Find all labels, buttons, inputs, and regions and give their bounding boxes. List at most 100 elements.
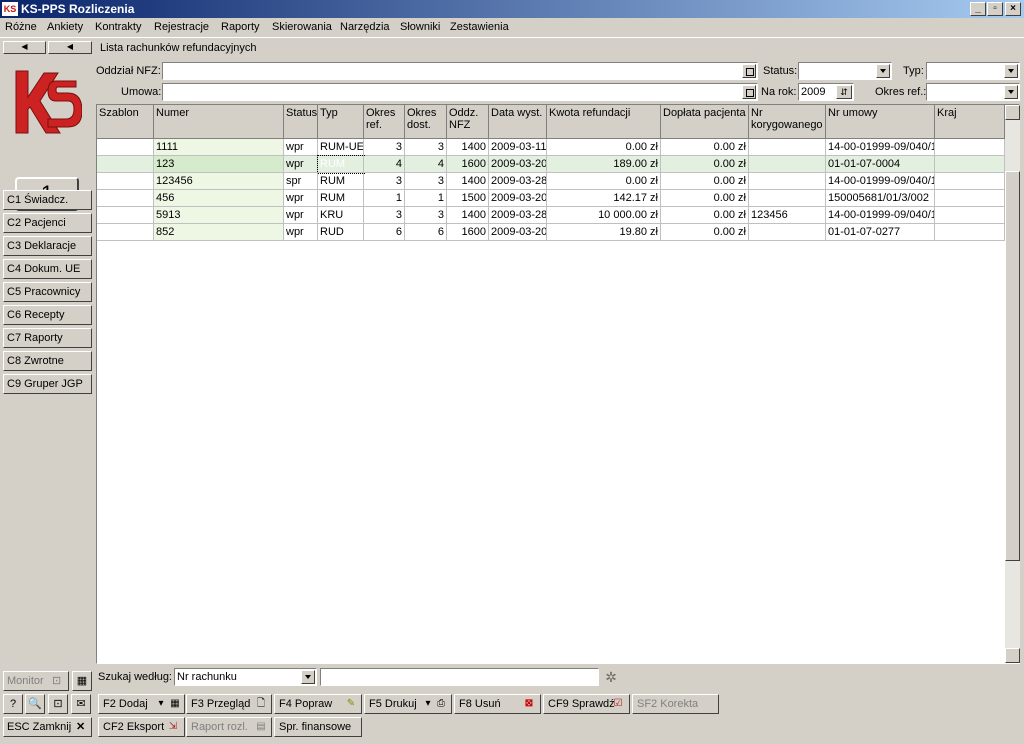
cell-oddz-nfz: 1400 [447, 207, 489, 224]
scroll-up-icon[interactable] [1005, 105, 1020, 120]
col-header-okres-dost[interactable]: Okres dost. [405, 105, 447, 139]
menu-skierowania[interactable]: Skierowania [272, 21, 332, 33]
cell-okres-ref: 3 [364, 173, 405, 190]
search-icon[interactable]: 🔍 [25, 694, 45, 714]
search-input[interactable] [320, 668, 599, 686]
settlement-report-button[interactable]: Raport rozl. ▤ [186, 717, 272, 737]
menu-ankiety[interactable]: Ankiety [47, 21, 83, 33]
check-button[interactable]: CF9 Sprawdź ☑ [543, 694, 630, 714]
col-header-oddz-nfz[interactable]: Oddz. NFZ [447, 105, 489, 139]
sidebar-item-pacjenci[interactable]: C2 Pacjenci [3, 213, 92, 233]
table-row[interactable]: 1111 wpr RUM-UE 3 3 1400 2009-03-11 0.00… [97, 139, 1005, 156]
table-row[interactable]: 5913 wpr KRU 3 3 1400 2009-03-28 10 000.… [97, 207, 1005, 224]
menu-slowniki[interactable]: Słowniki [400, 21, 440, 33]
sidebar-item-dokum-ue[interactable]: C4 Dokum. UE [3, 259, 92, 279]
minimize-button[interactable]: _ [970, 2, 986, 16]
close-window-button[interactable]: × [1005, 2, 1021, 16]
sidebar-item-recepty[interactable]: C6 Recepty [3, 305, 92, 325]
restore-button[interactable]: ▫ [987, 2, 1003, 16]
cell-szablon [97, 139, 154, 156]
scroll-down-icon[interactable] [1005, 648, 1020, 663]
ks-logo-icon [15, 70, 82, 134]
print-button[interactable]: F5 Drukuj ▾ ⎙ [364, 694, 452, 714]
menu-zestawienia[interactable]: Zestawienia [450, 21, 509, 33]
monitor-label: Monitor [7, 675, 44, 687]
help-button[interactable]: ? [3, 694, 23, 714]
gear-icon[interactable]: ✲ [603, 668, 619, 686]
col-header-data-wyst[interactable]: Data wyst. [489, 105, 547, 139]
cell-numer: 123456 [154, 173, 284, 190]
menu-kontrakty[interactable]: Kontrakty [95, 21, 141, 33]
cell-nr-korygowanego [749, 190, 826, 207]
cell-okres-ref: 4 [364, 156, 405, 173]
table-row-selected[interactable]: 123 wpr RUM 4 4 1600 2009-03-20 189.00 z… [97, 155, 1005, 174]
search-field-select[interactable]: Nr rachunku [174, 668, 317, 686]
menu-rozne[interactable]: Różne [5, 21, 37, 33]
menu-rejestracje[interactable]: Rejestracje [154, 21, 209, 33]
menu-narzedzia[interactable]: Narzędzia [340, 21, 390, 33]
edit-button-label: F4 Popraw [279, 698, 333, 710]
oddzial-picker-button[interactable] [742, 64, 756, 78]
sidebar-item-raporty[interactable]: C7 Raporty [3, 328, 92, 348]
col-header-numer[interactable]: Numer [154, 105, 284, 139]
col-header-typ[interactable]: Typ [318, 105, 364, 139]
umowa-picker-button[interactable] [742, 85, 756, 99]
cell-kwota: 19.80 zł [547, 224, 661, 241]
cell-okres-ref: 6 [364, 224, 405, 241]
typ-dropdown-icon[interactable] [1004, 64, 1018, 78]
preview-button[interactable]: F3 Przegląd 🗋 [186, 694, 272, 714]
document-icon: 🗋 [256, 698, 266, 709]
status-dropdown-icon[interactable] [876, 64, 890, 78]
nav-back-alt-button[interactable]: ◀ [48, 41, 92, 54]
table-vertical-scrollbar[interactable] [1005, 105, 1020, 663]
sidebar-item-gruper-jgp[interactable]: C9 Gruper JGP [3, 374, 92, 394]
sidebar-item-deklaracje[interactable]: C3 Deklaracje [3, 236, 92, 256]
monitor-button[interactable]: Monitor ⊡ [3, 671, 69, 691]
edit-button[interactable]: F4 Popraw ✎ [274, 694, 362, 714]
menu-raporty[interactable]: Raporty [221, 21, 260, 33]
correction-button[interactable]: SF2 Korekta [632, 694, 719, 714]
col-header-kraj[interactable]: Kraj [935, 105, 1005, 139]
export-button[interactable]: CF2 Eksport ⇲ [98, 717, 185, 737]
status-select[interactable] [798, 62, 892, 80]
cell-oddz-nfz: 1500 [447, 190, 489, 207]
screen-icon[interactable]: ⊡ [48, 694, 68, 714]
col-header-szablon[interactable]: Szablon [97, 105, 154, 139]
add-button[interactable]: F2 Dodaj ▾ ▦ [98, 694, 185, 714]
cell-numer: 5913 [154, 207, 284, 224]
okres-dropdown-icon[interactable] [1004, 85, 1018, 99]
col-header-kwota[interactable]: Kwota refundacji [547, 105, 661, 139]
mail-icon[interactable]: ✉ [71, 694, 91, 714]
calculator-icon[interactable]: ▦ [72, 671, 92, 691]
col-header-doplata[interactable]: Dopłata pacjenta [661, 105, 749, 139]
delete-button[interactable]: F8 Usuń ⊠ [454, 694, 541, 714]
col-header-status[interactable]: Status [284, 105, 318, 139]
sidebar-item-swiadczenia[interactable]: C1 Świadcz. [3, 190, 92, 210]
table-row[interactable]: 852 wpr RUD 6 6 1600 2009-03-20 19.80 zł… [97, 224, 1005, 241]
esc-close-button[interactable]: ESC Zamknij ✕ [3, 717, 92, 737]
table-row[interactable]: 123456 spr RUM 3 3 1400 2009-03-28 0.00 … [97, 173, 1005, 190]
table-row[interactable]: 456 wpr RUM 1 1 1500 2009-03-20 142.17 z… [97, 190, 1005, 207]
financial-reports-button[interactable]: Spr. finansowe [274, 717, 362, 737]
oddzial-field[interactable] [162, 62, 758, 80]
sidebar-item-pracownicy[interactable]: C5 Pracownicy [3, 282, 92, 302]
year-spinner-icon[interactable]: ⇵ [836, 85, 852, 99]
cell-szablon [97, 173, 154, 190]
col-header-nr-korygowanego[interactable]: Nr korygowanego [749, 105, 826, 139]
narok-field[interactable]: 2009 ⇵ [798, 83, 854, 101]
umowa-field[interactable] [162, 83, 758, 101]
col-header-okres-ref[interactable]: Okres ref. [364, 105, 405, 139]
col-header-nr-umowy[interactable]: Nr umowy [826, 105, 935, 139]
search-field-dropdown-icon[interactable] [301, 670, 315, 684]
cell-oddz-nfz: 1600 [447, 224, 489, 241]
nav-back-button[interactable]: ◀ [3, 41, 46, 54]
cell-status: spr [284, 173, 318, 190]
scroll-thumb[interactable] [1005, 171, 1020, 561]
typ-select[interactable] [926, 62, 1020, 80]
cell-typ: RUM-UE [318, 139, 364, 156]
cell-typ-focused[interactable]: RUM [317, 155, 365, 174]
okres-select[interactable] [926, 83, 1020, 101]
dropdown-arrow-icon: ▾ [158, 698, 164, 709]
invoices-table: Szablon Numer Status Typ Okres ref. Okre… [96, 104, 1020, 664]
sidebar-item-zwrotne[interactable]: C8 Zwrotne [3, 351, 92, 371]
